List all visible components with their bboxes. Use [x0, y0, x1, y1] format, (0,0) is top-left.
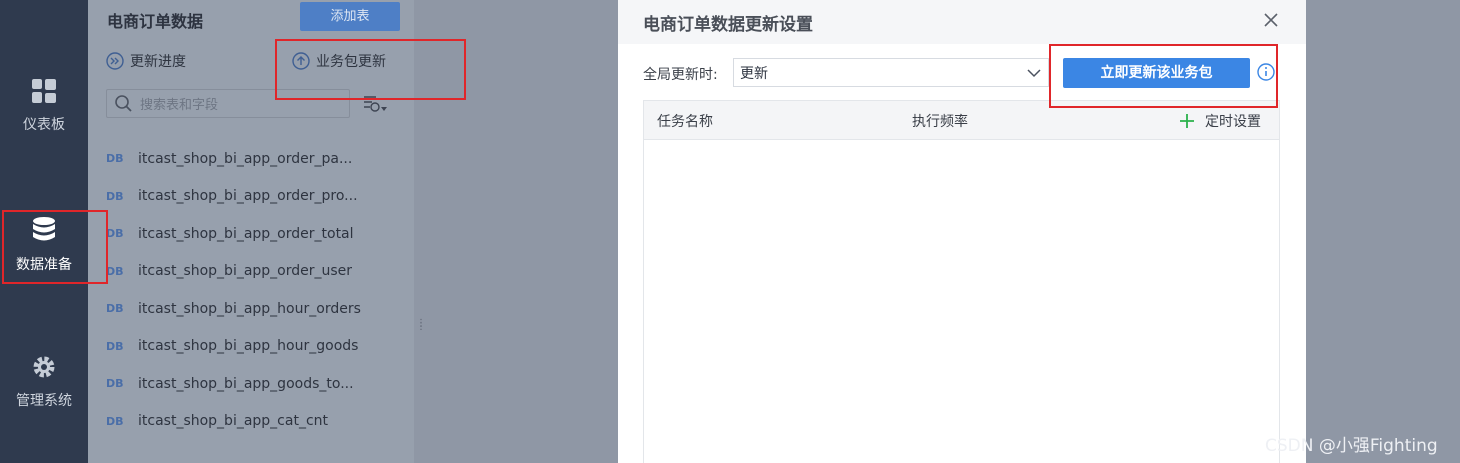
table-row[interactable]: DB itcast_shop_bi_app_order_total	[106, 215, 361, 253]
resize-handle[interactable]: ⋮ ⋮	[416, 319, 427, 332]
highlight-box-nav	[2, 210, 108, 284]
global-update-label: 全局更新时:	[643, 67, 718, 83]
nav-item-dashboard[interactable]: 仪表板	[0, 78, 88, 134]
update-progress-link[interactable]: 更新进度	[106, 51, 186, 71]
table-name: itcast_shop_bi_app_hour_orders	[138, 300, 361, 317]
global-update-select[interactable]: 更新	[733, 58, 1049, 87]
table-row[interactable]: DB itcast_shop_bi_app_hour_orders	[106, 290, 361, 328]
table-name: itcast_shop_bi_app_hour_goods	[138, 338, 359, 355]
nav-item-admin[interactable]: 管理系统	[0, 354, 88, 410]
task-table: 任务名称 执行频率 定时设置	[643, 100, 1280, 463]
table-icon: DB	[106, 152, 124, 166]
table-name: itcast_shop_bi_app_order_pa...	[138, 150, 353, 167]
column-task-name: 任务名称	[657, 114, 713, 130]
table-row[interactable]: DB itcast_shop_bi_app_order_user	[106, 253, 361, 291]
nav-item-label: 管理系统	[16, 393, 72, 409]
table-row[interactable]: DB itcast_shop_bi_app_hour_goods	[106, 328, 361, 366]
table-icon: DB	[106, 189, 124, 203]
table-row[interactable]: DB itcast_shop_bi_app_order_pro...	[106, 178, 361, 216]
table-name: itcast_shop_bi_app_goods_to...	[138, 375, 354, 392]
table-name: itcast_shop_bi_app_order_total	[138, 225, 354, 242]
table-name: itcast_shop_bi_app_order_pro...	[138, 188, 358, 205]
dialog-title: 电商订单数据更新设置	[643, 15, 813, 35]
gear-icon	[33, 356, 55, 378]
nav-item-label: 仪表板	[23, 117, 65, 133]
table-name: itcast_shop_bi_app_order_user	[138, 263, 353, 280]
dialog-header: 电商订单数据更新设置	[618, 0, 1306, 44]
panel-title: 电商订单数据	[107, 12, 204, 31]
schedule-settings-button[interactable]: 定时设置	[1179, 111, 1261, 131]
search-placeholder: 搜索表和字段	[140, 98, 219, 113]
table-row[interactable]: DB itcast_shop_bi_app_goods_to...	[106, 365, 361, 403]
highlight-box-package-update	[275, 39, 466, 100]
progress-icon	[106, 52, 124, 70]
chevron-down-icon	[1027, 69, 1041, 78]
table-list: DB itcast_shop_bi_app_order_pa... DB itcas…	[106, 140, 361, 440]
schedule-settings-label: 定时设置	[1205, 114, 1261, 130]
table-icon: DB	[106, 339, 124, 353]
table-row[interactable]: DB itcast_shop_bi_app_cat_cnt	[106, 403, 361, 441]
dashboard-icon	[32, 79, 56, 103]
table-icon: DB	[106, 377, 124, 391]
plus-icon	[1180, 114, 1194, 128]
table-icon: DB	[106, 414, 124, 428]
table-icon: DB	[106, 302, 124, 316]
update-progress-label: 更新进度	[130, 54, 186, 70]
highlight-box-update-now	[1049, 44, 1278, 108]
add-table-button[interactable]: 添加表	[300, 2, 400, 31]
table-icon: DB	[106, 264, 124, 278]
search-icon	[115, 95, 132, 112]
table-row[interactable]: DB itcast_shop_bi_app_order_pa...	[106, 140, 361, 178]
global-update-value: 更新	[740, 65, 768, 82]
table-icon: DB	[106, 227, 124, 241]
column-frequency: 执行频率	[912, 114, 968, 130]
close-icon[interactable]	[1261, 10, 1281, 30]
watermark: CSDN @小强Fighting	[1265, 436, 1438, 456]
table-name: itcast_shop_bi_app_cat_cnt	[138, 413, 329, 430]
